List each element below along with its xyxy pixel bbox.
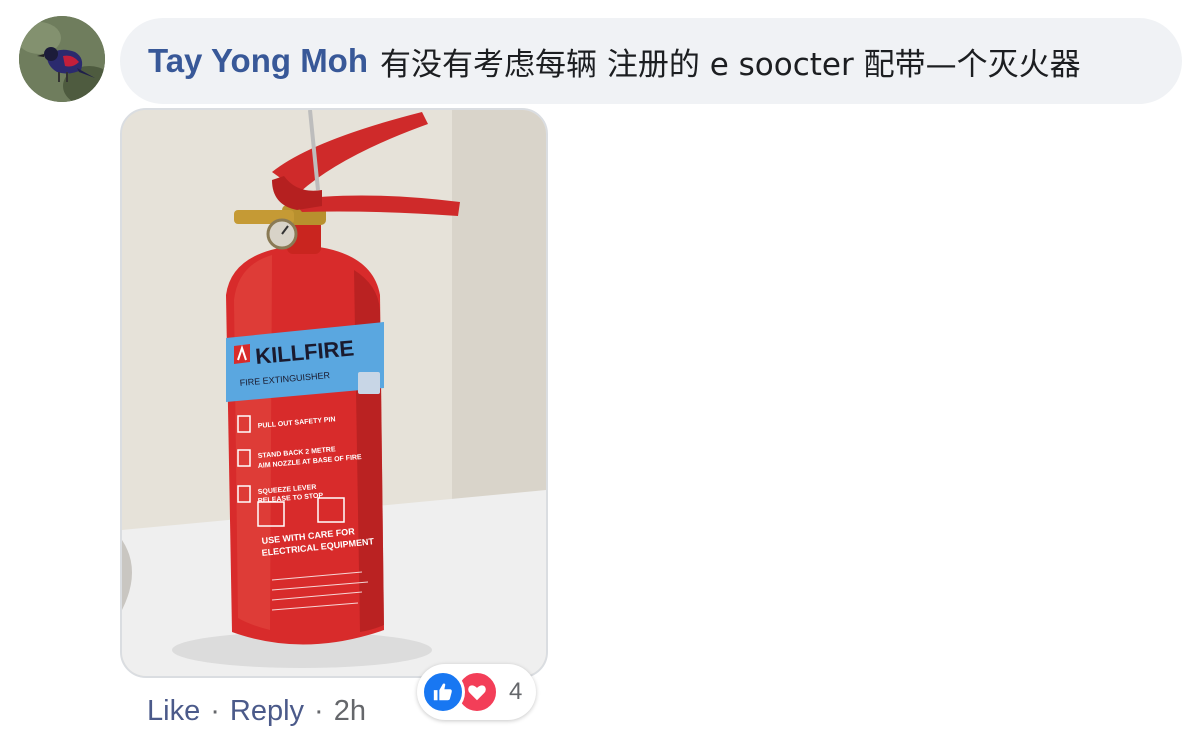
reply-link[interactable]: Reply: [230, 695, 304, 728]
like-icon: [421, 670, 465, 714]
comment-author-name[interactable]: Tay Yong Moh: [148, 42, 368, 80]
reaction-count: 4: [509, 678, 523, 705]
comment-actions: Like · Reply · 2h: [147, 695, 366, 728]
comment-text: 有没有考虑每辆 注册的 e soocter 配带—个灭火器: [380, 46, 1081, 83]
avatar[interactable]: [19, 16, 105, 102]
separator: ·: [210, 695, 220, 727]
timestamp[interactable]: 2h: [334, 695, 366, 728]
comment-photo[interactable]: KILLFIRE FIRE EXTINGUISHER PULL OUT SAFE…: [120, 108, 548, 678]
bird-avatar-image: [19, 16, 105, 102]
separator: ·: [314, 695, 324, 727]
like-link[interactable]: Like: [147, 695, 200, 728]
reactions-summary[interactable]: 4: [417, 664, 537, 720]
comment-bubble: Tay Yong Moh 有没有考虑每辆 注册的 e soocter 配带—个灭…: [120, 18, 1182, 104]
fire-extinguisher-photo: KILLFIRE FIRE EXTINGUISHER PULL OUT SAFE…: [122, 110, 546, 676]
